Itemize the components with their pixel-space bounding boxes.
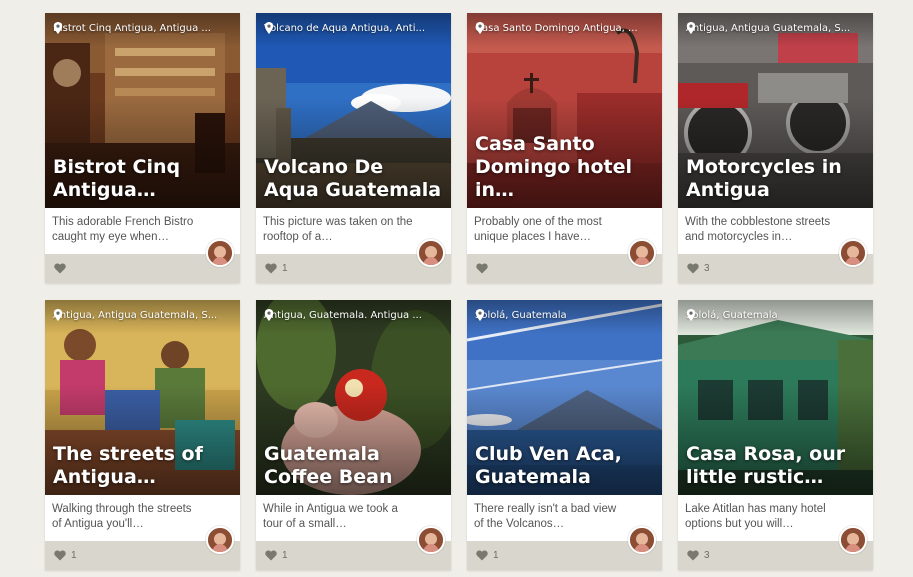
card-footer: 1: [467, 541, 662, 570]
map-pin-icon: [264, 309, 274, 321]
card-location-text: Antigua, Guatemala. Antigua ...: [264, 310, 422, 321]
card-location[interactable]: Antigua, Guatemala. Antigua ...: [264, 309, 443, 322]
card-description: While in Antigua we took a tour of a sma…: [263, 503, 398, 530]
photo-card[interactable]: Bistrot Cinq Antigua, Antigua ... Bistro…: [45, 13, 240, 283]
heart-icon[interactable]: [265, 263, 277, 274]
card-description: Walking through the streets of Antigua y…: [52, 503, 192, 530]
heart-icon[interactable]: [476, 550, 488, 561]
card-title[interactable]: Guatemala Coffee Bean: [264, 443, 443, 489]
card-location-text: Sololá, Guatemala: [475, 310, 567, 321]
card-title[interactable]: Motorcycles in Antigua: [686, 156, 865, 202]
photo-card[interactable]: Antigua, Antigua Guatemala, S... The str…: [45, 300, 240, 570]
map-pin-icon: [53, 309, 63, 321]
heart-icon[interactable]: [687, 550, 699, 561]
heart-icon[interactable]: [687, 263, 699, 274]
card-footer: [467, 254, 662, 283]
heart-icon[interactable]: [265, 550, 277, 561]
photo-card[interactable]: Antigua, Guatemala. Antigua ... Guatemal…: [256, 300, 451, 570]
card-location-text: Bistrot Cinq Antigua, Antigua ...: [53, 23, 211, 34]
map-pin-icon: [53, 22, 63, 34]
card-description: Probably one of the most unique places I…: [474, 216, 602, 243]
like-count: 1: [282, 263, 288, 274]
map-pin-icon: [264, 22, 274, 34]
card-title[interactable]: Casa Santo Domingo hotel in…: [475, 133, 654, 202]
card-footer: 3: [678, 254, 873, 283]
card-description: This adorable French Bistro caught my ey…: [52, 216, 194, 243]
card-photo[interactable]: Sololá, Guatemala Casa Rosa, our little …: [678, 300, 873, 495]
like-count: 1: [282, 550, 288, 561]
photo-card[interactable]: Antigua, Antigua Guatemala, S... Motorcy…: [678, 13, 873, 283]
heart-icon[interactable]: [476, 263, 488, 274]
like-count: 1: [493, 550, 499, 561]
card-description: Lake Atitlan has many hotel options but …: [685, 503, 826, 530]
map-pin-icon: [686, 22, 696, 34]
card-photo[interactable]: Bistrot Cinq Antigua, Antigua ... Bistro…: [45, 13, 240, 208]
card-location[interactable]: Casa Santo Domingo Antigua, ...: [475, 22, 654, 35]
card-title[interactable]: Bistrot Cinq Antigua…: [53, 156, 232, 202]
card-photo[interactable]: Casa Santo Domingo Antigua, ... Casa San…: [467, 13, 662, 208]
card-location-text: Volcano de Aqua Antigua, Anti...: [264, 23, 426, 34]
card-location[interactable]: Sololá, Guatemala: [686, 309, 865, 322]
map-pin-icon: [686, 309, 696, 321]
photo-card-grid: Bistrot Cinq Antigua, Antigua ... Bistro…: [45, 13, 873, 570]
card-footer: 1: [45, 541, 240, 570]
card-location[interactable]: Antigua, Antigua Guatemala, S...: [686, 22, 865, 35]
card-location[interactable]: Sololá, Guatemala: [475, 309, 654, 322]
card-location[interactable]: Antigua, Antigua Guatemala, S...: [53, 309, 232, 322]
card-photo[interactable]: Volcano de Aqua Antigua, Anti... Volcano…: [256, 13, 451, 208]
photo-card[interactable]: Sololá, Guatemala Club Ven Aca, Guatemal…: [467, 300, 662, 570]
card-title[interactable]: Casa Rosa, our little rustic…: [686, 443, 865, 489]
card-location-text: Antigua, Antigua Guatemala, S...: [53, 310, 218, 321]
card-photo[interactable]: Sololá, Guatemala Club Ven Aca, Guatemal…: [467, 300, 662, 495]
like-count: 3: [704, 550, 710, 561]
like-count: 1: [71, 550, 77, 561]
card-title[interactable]: Volcano De Aqua Guatemala: [264, 156, 443, 202]
card-location-text: Casa Santo Domingo Antigua, ...: [475, 23, 638, 34]
card-footer: 3: [678, 541, 873, 570]
photo-card[interactable]: Volcano de Aqua Antigua, Anti... Volcano…: [256, 13, 451, 283]
card-location-text: Sololá, Guatemala: [686, 310, 778, 321]
card-description: There really isn't a bad view of the Vol…: [474, 503, 617, 530]
card-photo[interactable]: Antigua, Antigua Guatemala, S... The str…: [45, 300, 240, 495]
map-pin-icon: [475, 22, 485, 34]
card-location-text: Antigua, Antigua Guatemala, S...: [686, 23, 851, 34]
card-photo[interactable]: Antigua, Guatemala. Antigua ... Guatemal…: [256, 300, 451, 495]
card-description: With the cobblestone streets and motorcy…: [685, 216, 831, 243]
photo-card[interactable]: Casa Santo Domingo Antigua, ... Casa San…: [467, 13, 662, 283]
card-footer: [45, 254, 240, 283]
card-title[interactable]: Club Ven Aca, Guatemala: [475, 443, 654, 489]
heart-icon[interactable]: [54, 550, 66, 561]
card-footer: 1: [256, 541, 451, 570]
card-location[interactable]: Volcano de Aqua Antigua, Anti...: [264, 22, 443, 35]
photo-card[interactable]: Sololá, Guatemala Casa Rosa, our little …: [678, 300, 873, 570]
card-title[interactable]: The streets of Antigua…: [53, 443, 232, 489]
heart-icon[interactable]: [54, 263, 66, 274]
card-location[interactable]: Bistrot Cinq Antigua, Antigua ...: [53, 22, 232, 35]
card-description: This picture was taken on the rooftop of…: [263, 216, 413, 243]
map-pin-icon: [475, 309, 485, 321]
card-footer: 1: [256, 254, 451, 283]
card-photo[interactable]: Antigua, Antigua Guatemala, S... Motorcy…: [678, 13, 873, 208]
like-count: 3: [704, 263, 710, 274]
